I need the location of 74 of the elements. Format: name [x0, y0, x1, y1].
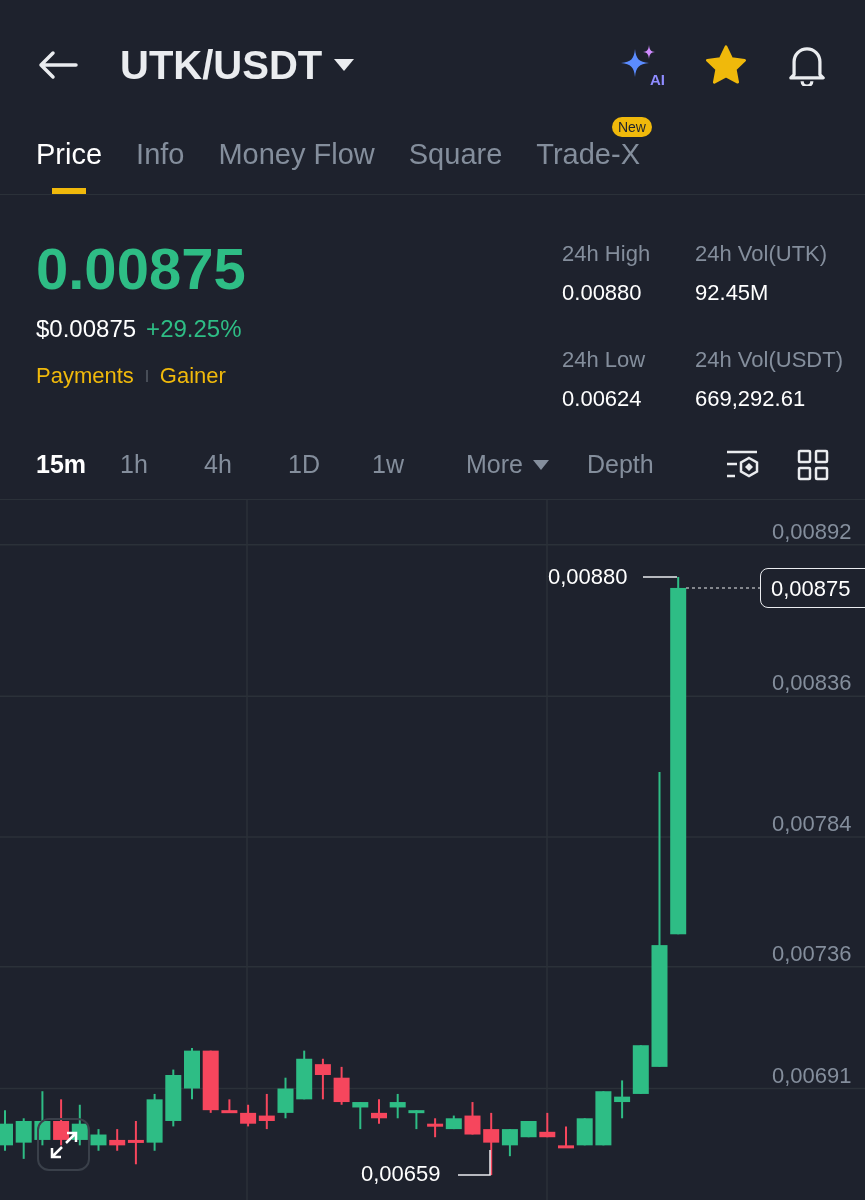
candle: [15, 1117, 32, 1160]
depth-tab[interactable]: Depth: [586, 445, 654, 484]
fullscreen-button[interactable]: [37, 1118, 90, 1171]
axis-label: 0,00836: [772, 672, 852, 695]
tab[interactable]: Square: [408, 129, 503, 194]
stat-label: 24h High: [562, 240, 652, 268]
axis-label: 0,00736: [772, 942, 852, 965]
tab[interactable]: Money Flow: [218, 129, 375, 194]
notification-bell-icon[interactable]: [787, 44, 827, 86]
stat-label: 24h Vol(UTK): [695, 240, 829, 268]
interval-tab[interactable]: 1D: [288, 445, 342, 484]
candle: [277, 1076, 294, 1120]
interval-tab[interactable]: 4h: [204, 445, 258, 484]
stat-value: 0.00880: [562, 279, 643, 307]
price-change: +29.25%: [146, 314, 242, 344]
stat-value: 0.00624: [562, 384, 643, 413]
new-badge: New: [611, 117, 652, 137]
stat-label: 24h Vol(USDT): [695, 345, 843, 374]
candle: [184, 1046, 200, 1101]
category-tag[interactable]: Gainer: [159, 359, 226, 392]
candle: [371, 1098, 387, 1125]
last-price: 0.00875: [36, 237, 246, 301]
last-price-tag: 0,00875: [760, 568, 865, 608]
candle: [0, 1109, 13, 1152]
stat-value: 92.45M: [695, 279, 770, 307]
candle: [71, 1103, 88, 1147]
candle: [202, 1049, 219, 1114]
candle: [90, 1128, 107, 1152]
caret-icon: [334, 59, 355, 71]
more-dropdown[interactable]: More: [466, 445, 549, 484]
candle: [558, 1125, 574, 1150]
low-price-label: 0,00659: [361, 1163, 441, 1185]
candle: [389, 1092, 406, 1120]
high-price-label: 0,00880: [548, 566, 628, 588]
axis-label: 0,00691: [772, 1064, 852, 1087]
candle: [34, 1090, 51, 1147]
candle: [632, 1044, 649, 1095]
candle: [333, 1065, 350, 1106]
pair-selector[interactable]: UTK/USDT: [120, 35, 355, 95]
axis-label: 0,00892: [772, 520, 852, 543]
candle: [314, 1057, 331, 1101]
candle: [595, 1090, 612, 1147]
tab[interactable]: Price: [36, 129, 103, 194]
candle: [576, 1117, 593, 1147]
ai-assistant-button[interactable]: AI: [621, 43, 665, 87]
candle: [221, 1098, 238, 1114]
candle: [614, 1079, 631, 1120]
candle: [408, 1109, 425, 1131]
candle: [146, 1092, 163, 1152]
interval-tab[interactable]: 1h: [120, 445, 174, 484]
candle: [464, 1101, 481, 1136]
axis-label: 0,00784: [772, 812, 852, 835]
candle: [539, 1111, 556, 1139]
candle: [165, 1068, 182, 1128]
favorite-star-icon[interactable]: [705, 45, 747, 85]
category-tag[interactable]: Payments: [36, 359, 134, 392]
interval-tab[interactable]: 15m: [36, 445, 90, 484]
candle: [427, 1117, 444, 1139]
candle: [520, 1120, 537, 1139]
candle: [53, 1098, 70, 1147]
usd-price: $0.00875: [36, 314, 137, 344]
stat-value: 669,292.61: [695, 384, 807, 413]
candle: [445, 1114, 462, 1131]
caret-icon: [532, 459, 549, 470]
back-arrow-icon[interactable]: [38, 50, 78, 80]
candle: [296, 1049, 313, 1101]
stat-label: 24h Low: [562, 345, 647, 374]
interval-tab[interactable]: 1w: [372, 445, 426, 484]
leader-line: [642, 576, 678, 578]
candle: [352, 1101, 369, 1131]
expand-icon: [48, 1129, 79, 1160]
grid-layout-icon[interactable]: [797, 448, 829, 481]
tab[interactable]: Info: [136, 129, 185, 194]
leader-line: [457, 1149, 491, 1176]
